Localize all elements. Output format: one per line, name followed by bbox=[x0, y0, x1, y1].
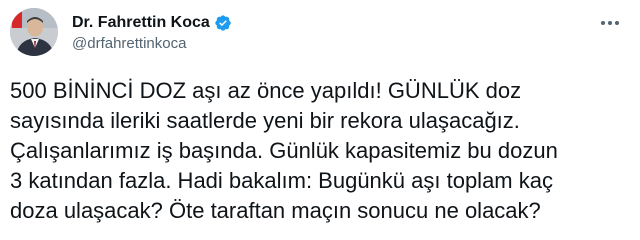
tweet-text-line: Çalışanlarımız iş başında. Günlük kapasi… bbox=[10, 138, 558, 163]
tweet-text-line: 3 katından fazla. Hadi bakalım: Bugünkü … bbox=[10, 168, 553, 193]
tweet-text-line: doza ulaşacak? Öte taraftan maçın sonucu… bbox=[10, 198, 541, 223]
verified-badge-icon bbox=[214, 14, 232, 32]
tweet-header: Dr. Fahrettin Koca @drfahrettinkoca bbox=[10, 6, 232, 58]
tweet-text: 500 BİNİNCİ DOZ aşı az önce yapıldı! GÜN… bbox=[10, 76, 630, 226]
dot bbox=[601, 21, 605, 25]
dot bbox=[615, 21, 619, 25]
author-display-name[interactable]: Dr. Fahrettin Koca bbox=[72, 14, 210, 32]
avatar[interactable] bbox=[10, 8, 58, 56]
tweet-text-line: 500 BİNİNCİ DOZ aşı az önce yapıldı! GÜN… bbox=[10, 78, 522, 103]
avatar-photo-icon bbox=[10, 8, 58, 56]
tweet-text-line: sayısında ileriki saatlerde yeni bir rek… bbox=[10, 108, 520, 133]
tweet-card: Dr. Fahrettin Koca @drfahrettinkoca 500 … bbox=[0, 0, 640, 240]
name-row: Dr. Fahrettin Koca bbox=[72, 12, 232, 34]
dot bbox=[608, 21, 612, 25]
more-options-icon[interactable] bbox=[596, 14, 624, 32]
author-info: Dr. Fahrettin Koca @drfahrettinkoca bbox=[72, 12, 232, 52]
author-handle[interactable]: @drfahrettinkoca bbox=[72, 35, 232, 52]
